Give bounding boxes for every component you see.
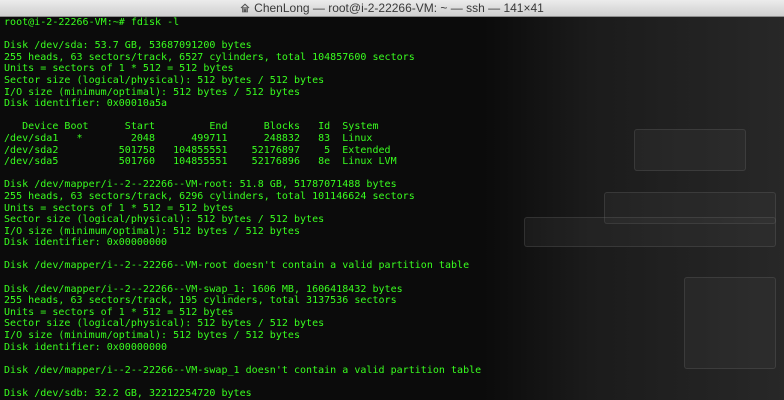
terminal-line: Sector size (logical/physical): 512 byte… [4, 214, 325, 226]
window-title: ChenLong — root@i-2-22266-VM: ~ — ssh — … [0, 1, 784, 15]
terminal-line: /dev/sda5 501760 104855551 52176896 8e L… [4, 156, 397, 168]
terminal-line: Device Boot Start End Blocks Id System [4, 121, 379, 133]
title-bar[interactable]: ChenLong — root@i-2-22266-VM: ~ — ssh — … [0, 0, 784, 17]
terminal-line: Disk /dev/sdb: 32.2 GB, 32212254720 byte… [4, 388, 252, 399]
terminal-window: ChenLong — root@i-2-22266-VM: ~ — ssh — … [0, 0, 784, 400]
terminal-lines: root@i-2-22266-VM:~# fdisk -l Disk /dev/s… [4, 17, 784, 400]
terminal-line: Disk /dev/mapper/i--2--22266--VM-root: 5… [4, 179, 397, 191]
terminal-line: Sector size (logical/physical): 512 byte… [4, 318, 325, 330]
window-title-text: ChenLong — root@i-2-22266-VM: ~ — ssh — … [254, 1, 544, 15]
terminal-line: Disk identifier: 0x00010a5a [4, 98, 168, 110]
terminal-line: Sector size (logical/physical): 512 byte… [4, 74, 325, 86]
command-prompt-line: root@i-2-22266-VM:~# fdisk -l [4, 17, 180, 28]
terminal-line: Disk identifier: 0x00000000 [4, 341, 168, 353]
terminal-line: Units = sectors of 1 * 512 = 512 bytes [4, 306, 234, 318]
terminal-line: 255 heads, 63 sectors/track, 6527 cylind… [4, 51, 415, 63]
home-folder-icon [240, 3, 250, 13]
terminal-line: Disk /dev/sda: 53.7 GB, 53687091200 byte… [4, 40, 252, 52]
terminal-line: Disk /dev/mapper/i--2--22266--VM-swap_1:… [4, 283, 403, 295]
terminal-output[interactable]: root@i-2-22266-VM:~# fdisk -l Disk /dev/s… [0, 17, 784, 400]
terminal-line: Units = sectors of 1 * 512 = 512 bytes [4, 202, 234, 214]
terminal-line: 255 heads, 63 sectors/track, 6296 cylind… [4, 190, 415, 202]
terminal-line: Disk /dev/mapper/i--2--22266--VM-swap_1 … [4, 364, 482, 376]
terminal-line: Units = sectors of 1 * 512 = 512 bytes [4, 63, 234, 75]
terminal-line: /dev/sda1 * 2048 499711 248832 83 Linux [4, 132, 373, 144]
terminal-line: I/O size (minimum/optimal): 512 bytes / … [4, 86, 300, 98]
terminal-line: /dev/sda2 501758 104855551 52176897 5 Ex… [4, 144, 391, 156]
terminal-line: 255 heads, 63 sectors/track, 195 cylinde… [4, 295, 397, 307]
terminal-line: I/O size (minimum/optimal): 512 bytes / … [4, 225, 300, 237]
terminal-line: I/O size (minimum/optimal): 512 bytes / … [4, 330, 300, 342]
terminal-line: Disk identifier: 0x00000000 [4, 237, 168, 249]
terminal-line: Disk /dev/mapper/i--2--22266--VM-root do… [4, 260, 470, 272]
